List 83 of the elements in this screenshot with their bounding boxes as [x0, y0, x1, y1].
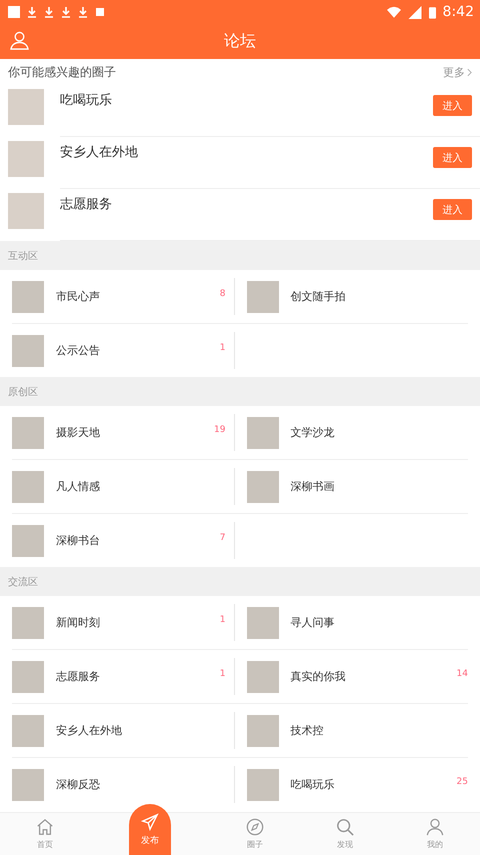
download-icon — [27, 6, 37, 18]
group-name: 吃喝玩乐 — [60, 92, 112, 109]
forum-name: 新闻时刻 — [56, 615, 100, 630]
compass-icon — [246, 818, 264, 836]
photo-placeholder — [12, 280, 44, 312]
photo-placeholder — [246, 280, 278, 312]
post-count: 25 — [456, 777, 468, 787]
photo-placeholder — [246, 768, 278, 800]
post-count: 14 — [456, 669, 468, 679]
signal-icon — [408, 6, 422, 18]
photo-placeholder — [12, 606, 44, 638]
forum-name: 凡人情感 — [56, 479, 100, 494]
forum-item[interactable]: 安乡人在外地 — [12, 704, 234, 757]
forum-item[interactable]: 创文随手拍 — [234, 270, 468, 323]
page-title: 论坛 — [224, 31, 256, 52]
forum-name: 技术控 — [290, 723, 324, 738]
photo-placeholder — [8, 89, 44, 125]
forum-item[interactable]: 市民心声 8 — [12, 270, 234, 323]
photo-placeholder — [12, 416, 44, 448]
forum-name: 深柳书画 — [290, 479, 334, 494]
forum-item[interactable]: 公示公告 1 — [12, 324, 234, 377]
home-icon — [36, 818, 54, 836]
forum-name: 吃喝玩乐 — [290, 777, 334, 792]
forum-name: 文学沙龙 — [290, 425, 334, 440]
photo-placeholder — [8, 141, 44, 177]
user-icon[interactable] — [10, 31, 29, 50]
forum-item[interactable]: 凡人情感 — [12, 460, 234, 513]
photo-placeholder — [246, 714, 278, 746]
section-title: 你可能感兴趣的圈子 — [8, 64, 116, 80]
forum-name: 摄影天地 — [56, 425, 100, 440]
photo-placeholder — [246, 606, 278, 638]
download-icon — [44, 6, 54, 18]
photo-placeholder — [12, 660, 44, 692]
search-icon — [336, 818, 354, 836]
app-notification-icon — [95, 6, 105, 18]
post-count: 8 — [220, 289, 226, 299]
forum-name: 寻人问事 — [290, 615, 334, 630]
forum-name: 创文随手拍 — [290, 289, 346, 304]
download-icon — [61, 6, 71, 18]
forum-item[interactable]: 寻人问事 — [234, 596, 468, 649]
user-icon — [426, 818, 444, 836]
section-title: 原创区 — [8, 386, 38, 398]
photo-placeholder — [8, 193, 44, 229]
post-count: 19 — [214, 425, 226, 435]
forum-name: 深柳反恐 — [56, 777, 100, 792]
notification-icon — [8, 6, 20, 18]
photo-placeholder — [12, 524, 44, 556]
post-count: 1 — [220, 343, 226, 353]
forum-item[interactable]: 吃喝玩乐 25 — [234, 758, 468, 811]
photo-placeholder — [12, 768, 44, 800]
photo-placeholder — [246, 660, 278, 692]
post-count: 7 — [220, 533, 226, 543]
photo-placeholder — [246, 416, 278, 448]
post-count: 1 — [220, 669, 226, 679]
forum-item[interactable]: 深柳书画 — [234, 460, 468, 513]
forum-name: 市民心声 — [56, 289, 100, 304]
forum-item[interactable]: 深柳书台 7 — [12, 514, 234, 567]
chevron-right-icon — [467, 68, 472, 76]
forum-item[interactable]: 真实的你我 14 — [234, 650, 468, 703]
photo-placeholder — [12, 334, 44, 366]
photo-placeholder — [12, 470, 44, 502]
group-name: 志愿服务 — [60, 196, 112, 213]
battery-icon — [428, 6, 436, 18]
forum-item[interactable]: 文学沙龙 — [234, 406, 468, 459]
photo-placeholder — [246, 470, 278, 502]
forum-item[interactable]: 摄影天地 19 — [12, 406, 234, 459]
status-time: 8:42 — [442, 4, 474, 20]
forum-name: 志愿服务 — [56, 669, 100, 684]
post-count: 1 — [220, 615, 226, 625]
wifi-icon — [386, 6, 401, 18]
section-title: 互动区 — [8, 250, 38, 262]
forum-item[interactable]: 技术控 — [234, 704, 468, 757]
forum-name: 公示公告 — [56, 343, 100, 358]
photo-placeholder — [12, 714, 44, 746]
forum-name: 安乡人在外地 — [56, 723, 122, 738]
group-name: 安乡人在外地 — [60, 144, 138, 161]
paper-plane-icon — [141, 812, 159, 830]
section-title: 交流区 — [8, 576, 38, 588]
forum-name: 深柳书台 — [56, 533, 100, 548]
forum-item[interactable]: 新闻时刻 1 — [12, 596, 234, 649]
forum-item[interactable]: 志愿服务 1 — [12, 650, 234, 703]
download-icon — [78, 6, 88, 18]
forum-name: 真实的你我 — [290, 669, 346, 684]
